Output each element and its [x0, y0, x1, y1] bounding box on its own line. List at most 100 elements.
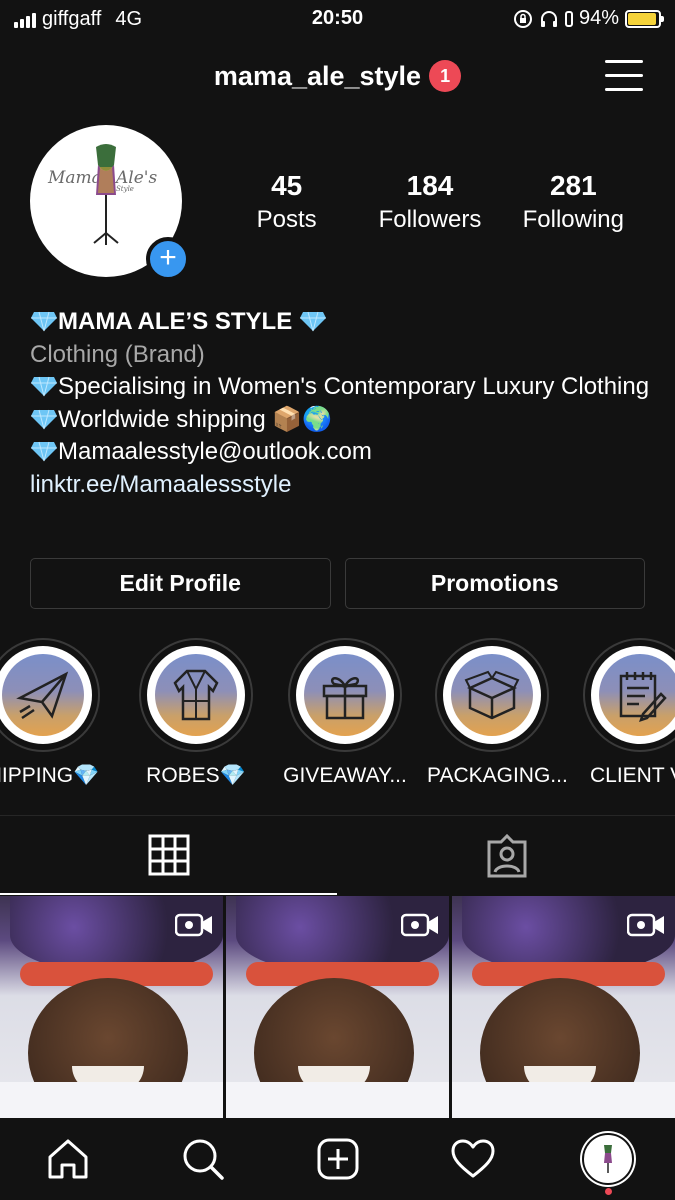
highlight-ring	[288, 638, 402, 752]
video-icon	[175, 913, 212, 937]
gift-icon	[322, 677, 368, 720]
bio-line-shipping: Worldwide shipping 📦🌍	[30, 404, 650, 437]
diamond-icon	[31, 311, 57, 332]
post-thumbnail[interactable]	[452, 896, 675, 1118]
paper-plane-icon	[16, 671, 69, 720]
profile-stats: 45 Posts 184 Followers 281 Following	[215, 170, 645, 234]
highlight-ring	[435, 638, 549, 752]
diamond-icon	[31, 441, 57, 462]
bottom-nav	[0, 1118, 675, 1200]
profile-icon	[583, 1135, 632, 1183]
diamond-icon	[31, 409, 57, 429]
nav-profile[interactable]	[578, 1129, 638, 1195]
highlight-ring	[0, 638, 100, 752]
bio-email[interactable]: Mamaalesstyle@outlook.com	[58, 438, 372, 465]
heart-icon	[451, 1139, 494, 1178]
post-thumbnail[interactable]	[226, 896, 449, 1118]
edit-profile-button[interactable]: Edit Profile	[30, 558, 331, 609]
stat-label: Followers	[378, 206, 482, 233]
menu-icon[interactable]	[605, 60, 643, 92]
highlight-circle	[591, 646, 675, 744]
highlight-cover	[2, 654, 84, 736]
stat-label: Posts	[256, 206, 317, 233]
tab-tagged[interactable]	[338, 816, 675, 895]
highlight-cover	[155, 654, 237, 736]
tagged-icon	[487, 833, 526, 877]
add-icon	[317, 1138, 358, 1180]
nav-activity[interactable]	[443, 1129, 503, 1189]
stat-posts[interactable]: 45 Posts	[215, 170, 358, 234]
diamond-icon	[299, 311, 326, 332]
highlight-label: HIPPING💎	[0, 764, 100, 787]
stat-label: Following	[522, 206, 625, 233]
notification-badge: 1	[429, 60, 462, 92]
avatar[interactable]: Mama Ale's Style +	[30, 125, 190, 281]
grid-icon	[148, 834, 189, 875]
highlight-item[interactable]: HIPPING💎	[0, 638, 108, 788]
video-icon	[401, 913, 438, 937]
bio-text: Specialising in Women's Contemporary Lux…	[58, 373, 650, 400]
alarm-icon	[564, 10, 573, 27]
stat-value: 45	[271, 170, 303, 201]
nav-home[interactable]	[38, 1129, 98, 1189]
highlight-circle	[443, 646, 541, 744]
home-icon	[48, 1139, 87, 1179]
battery-level	[628, 12, 657, 25]
highlight-label: ROBES💎	[146, 764, 246, 787]
stat-followers[interactable]: 184 Followers	[358, 170, 501, 234]
battery-icon	[625, 9, 664, 28]
bio-category: Clothing (Brand)	[30, 340, 205, 368]
stat-following[interactable]: 281 Following	[502, 170, 645, 234]
notification-dot	[604, 1188, 612, 1195]
search-icon	[183, 1139, 224, 1180]
highlight-label: PACKAGING...	[427, 764, 568, 787]
highlight-label: CLIENT VI	[590, 764, 675, 787]
svg-text:Mama: Mama	[47, 168, 102, 188]
post-thumbnail[interactable]	[0, 896, 223, 1118]
status-bar: giffgaff 4G 20:50 94%	[0, 0, 675, 40]
bio-line-specialising: Specialising in Women's Contemporary Lux…	[30, 371, 650, 404]
promotions-button[interactable]: Promotions	[344, 558, 645, 609]
highlight-item[interactable]: GIVEAWAY...	[280, 638, 410, 788]
highlight-circle	[296, 646, 394, 744]
stat-value: 184	[406, 170, 454, 201]
username-row: mama_ale_style 1	[0, 60, 675, 92]
svg-text:Style: Style	[116, 185, 134, 193]
post-image-shirt	[452, 1082, 675, 1118]
stat-value: 281	[549, 170, 597, 201]
robe-icon	[173, 669, 219, 721]
highlight-label: GIVEAWAY...	[283, 764, 407, 787]
account-switcher[interactable]: mama_ale_style 1	[213, 60, 462, 92]
headphones-icon	[540, 10, 557, 27]
diamond-icon	[31, 376, 57, 397]
username-title: mama_ale_style	[213, 60, 422, 91]
highlight-cover	[451, 654, 533, 736]
bio-name: MAMA ALE’S STYLE	[58, 308, 293, 335]
nav-search[interactable]	[173, 1129, 233, 1189]
status-right: 94%	[513, 7, 664, 30]
profile-header: mama_ale_style 1	[0, 52, 675, 102]
battery-percent: 94%	[578, 7, 619, 29]
bio-text: Worldwide shipping 📦🌍	[58, 405, 333, 433]
tab-posts-grid[interactable]	[0, 816, 337, 895]
video-icon	[627, 913, 664, 937]
highlight-ring	[583, 638, 675, 752]
profile-actions: Edit Profile Promotions	[30, 558, 645, 609]
highlight-item[interactable]: CLIENT VI	[575, 638, 675, 788]
post-image-shirt	[226, 1082, 449, 1118]
box-icon	[464, 670, 520, 720]
highlight-circle	[0, 646, 92, 744]
highlight-cover	[304, 654, 386, 736]
nav-create[interactable]	[308, 1129, 368, 1189]
notepad-icon	[619, 672, 667, 722]
story-highlights: HIPPING💎 ROBES💎 GIVEAWAY... PACKAGING...…	[0, 638, 675, 798]
profile-avatar-thumb	[603, 1145, 612, 1173]
bio-name-line: MAMA ALE’S STYLE	[30, 306, 650, 339]
add-story-button[interactable]: +	[146, 237, 190, 281]
profile-bio: MAMA ALE’S STYLE Clothing (Brand) Specia…	[30, 306, 650, 501]
bio-link[interactable]: linktr.ee/Mamaalessstyle	[30, 469, 650, 502]
highlight-circle	[147, 646, 245, 744]
highlight-item[interactable]: PACKAGING...	[427, 638, 568, 788]
highlight-item[interactable]: ROBES💎	[131, 638, 261, 788]
rotation-lock-icon	[513, 9, 532, 28]
